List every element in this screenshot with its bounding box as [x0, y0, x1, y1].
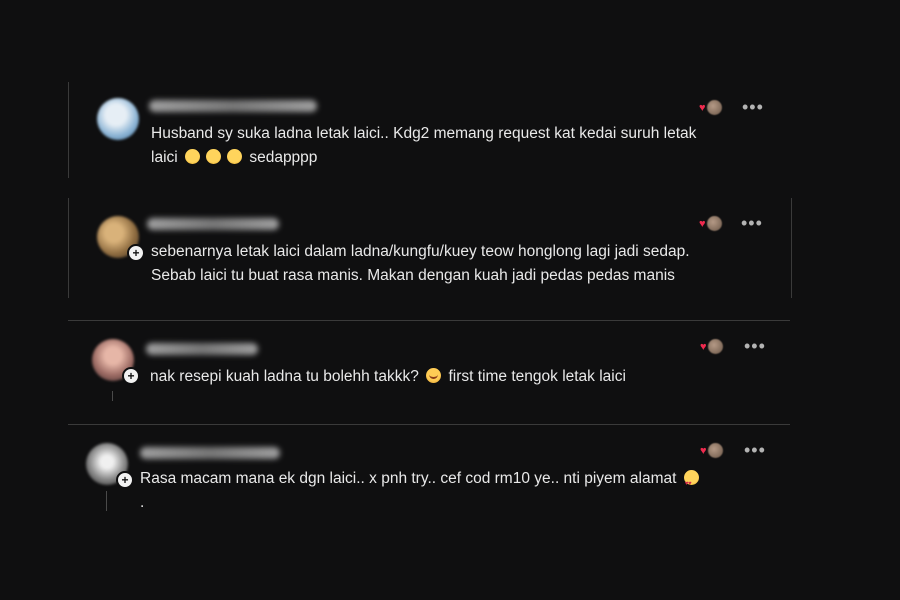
- comment-4: + Rasa macam mana ek dgn laici.. x pnh t…: [68, 424, 790, 535]
- comments-panel: Husband sy suka ladna letak laici.. Kdg2…: [0, 0, 900, 600]
- avatar[interactable]: +: [92, 339, 140, 385]
- author-name-blurred[interactable]: [149, 100, 317, 112]
- smiling-heart-eyes-emoji: [683, 470, 699, 496]
- comment-line-2: .: [140, 494, 145, 511]
- comment-line-1: Husband sy suka ladna letak laici.. Kdg2…: [151, 125, 697, 142]
- reactor-avatar: [707, 216, 722, 231]
- more-options-icon[interactable]: •••: [744, 441, 766, 459]
- avatar-image: [97, 98, 139, 140]
- comment-line-2-text: laici: [151, 149, 178, 166]
- heart-icon: ♥: [699, 218, 706, 230]
- reactor-avatar: [708, 443, 723, 458]
- author-name-blurred[interactable]: [146, 343, 258, 355]
- comment-text: Husband sy suka ladna letak laici.. Kdg2…: [151, 122, 696, 170]
- add-friend-icon[interactable]: +: [127, 244, 145, 262]
- comment-line-1: Rasa macam mana ek dgn laici.. x pnh try…: [140, 467, 702, 496]
- reaction-badge[interactable]: ♥: [700, 443, 726, 458]
- more-options-icon[interactable]: •••: [744, 337, 766, 355]
- comment-text: Rasa macam mana ek dgn laici.. x pnh try…: [140, 467, 702, 515]
- comment-3: + nak resepi kuah ladna tu bolehh takkk?…: [68, 320, 790, 421]
- comment-text-part-2: first time tengok letak laici: [448, 368, 626, 385]
- hand-over-mouth-emoji: [185, 149, 201, 164]
- comment-text: sebenarnya letak laici dalam ladna/kungf…: [151, 240, 690, 288]
- more-options-icon[interactable]: •••: [742, 98, 764, 116]
- comment-line-1: sebenarnya letak laici dalam ladna/kungf…: [151, 243, 690, 260]
- comment-1: Husband sy suka ladna letak laici.. Kdg2…: [68, 82, 791, 178]
- comment-line-2: Sebab laici tu buat rasa manis. Makan de…: [151, 267, 675, 284]
- comment-text: nak resepi kuah ladna tu bolehh takkk? f…: [150, 365, 626, 389]
- heart-icon: ♥: [699, 102, 706, 114]
- thread-line: [112, 391, 113, 401]
- reaction-badge[interactable]: ♥: [700, 339, 726, 354]
- reactor-avatar: [707, 100, 722, 115]
- author-name-blurred[interactable]: [140, 447, 280, 459]
- avatar[interactable]: +: [86, 443, 134, 489]
- avatar[interactable]: +: [97, 216, 145, 262]
- hand-over-mouth-emoji: [227, 149, 243, 164]
- more-options-icon[interactable]: •••: [741, 214, 763, 232]
- reaction-badge[interactable]: ♥: [699, 100, 725, 115]
- author-name-blurred[interactable]: [147, 218, 279, 230]
- comment-line-2: laici sedapppp: [151, 146, 696, 170]
- avatar[interactable]: [97, 98, 139, 140]
- reaction-badge[interactable]: ♥: [699, 216, 725, 231]
- crying-face-emoji: [426, 368, 442, 383]
- comment-2: + sebenarnya letak laici dalam ladna/kun…: [68, 198, 792, 298]
- comment-line-2-suffix: sedapppp: [249, 149, 318, 166]
- heart-icon: ♥: [700, 341, 707, 353]
- add-friend-icon[interactable]: +: [116, 471, 134, 489]
- add-friend-icon[interactable]: +: [122, 367, 140, 385]
- reactor-avatar: [708, 339, 723, 354]
- comment-line-1-text: Rasa macam mana ek dgn laici.. x pnh try…: [140, 470, 677, 487]
- thread-line: [106, 491, 107, 511]
- hand-over-mouth-emoji: [206, 149, 222, 164]
- heart-icon: ♥: [700, 445, 707, 457]
- comment-text-part-1: nak resepi kuah ladna tu bolehh takkk?: [150, 368, 419, 385]
